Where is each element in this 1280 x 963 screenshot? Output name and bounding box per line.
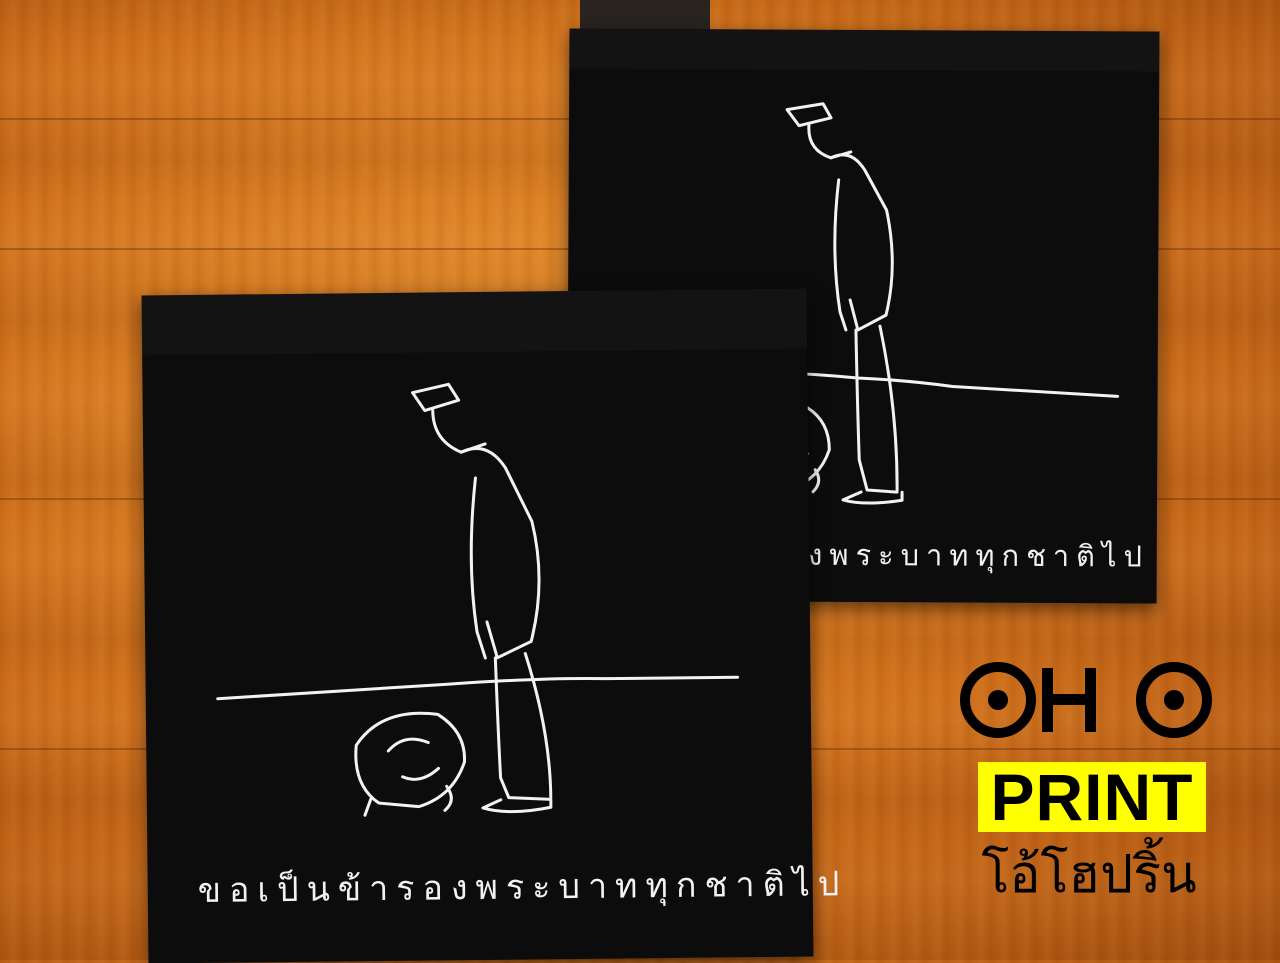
line-art-officer-kneeling: [216, 382, 740, 817]
oho-print-logo: PRINT โอ้โฮปริ้น: [958, 660, 1220, 930]
logo-thai-name: โอ้โฮปริ้น: [981, 845, 1197, 905]
logo-print-word: PRINT: [978, 762, 1206, 832]
shirt-left: ขอเป็นข้ารองพระบาททุกชาติไป: [141, 288, 848, 963]
shirt-caption: ขอเป็นข้ารองพระบาททุกชาติไป: [197, 864, 848, 911]
oho-logo-mark: [960, 662, 1212, 738]
